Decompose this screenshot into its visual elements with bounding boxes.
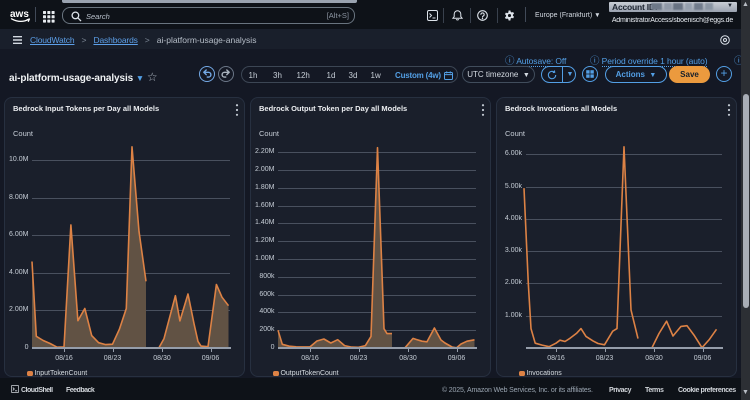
svg-text:aws: aws bbox=[10, 9, 29, 20]
